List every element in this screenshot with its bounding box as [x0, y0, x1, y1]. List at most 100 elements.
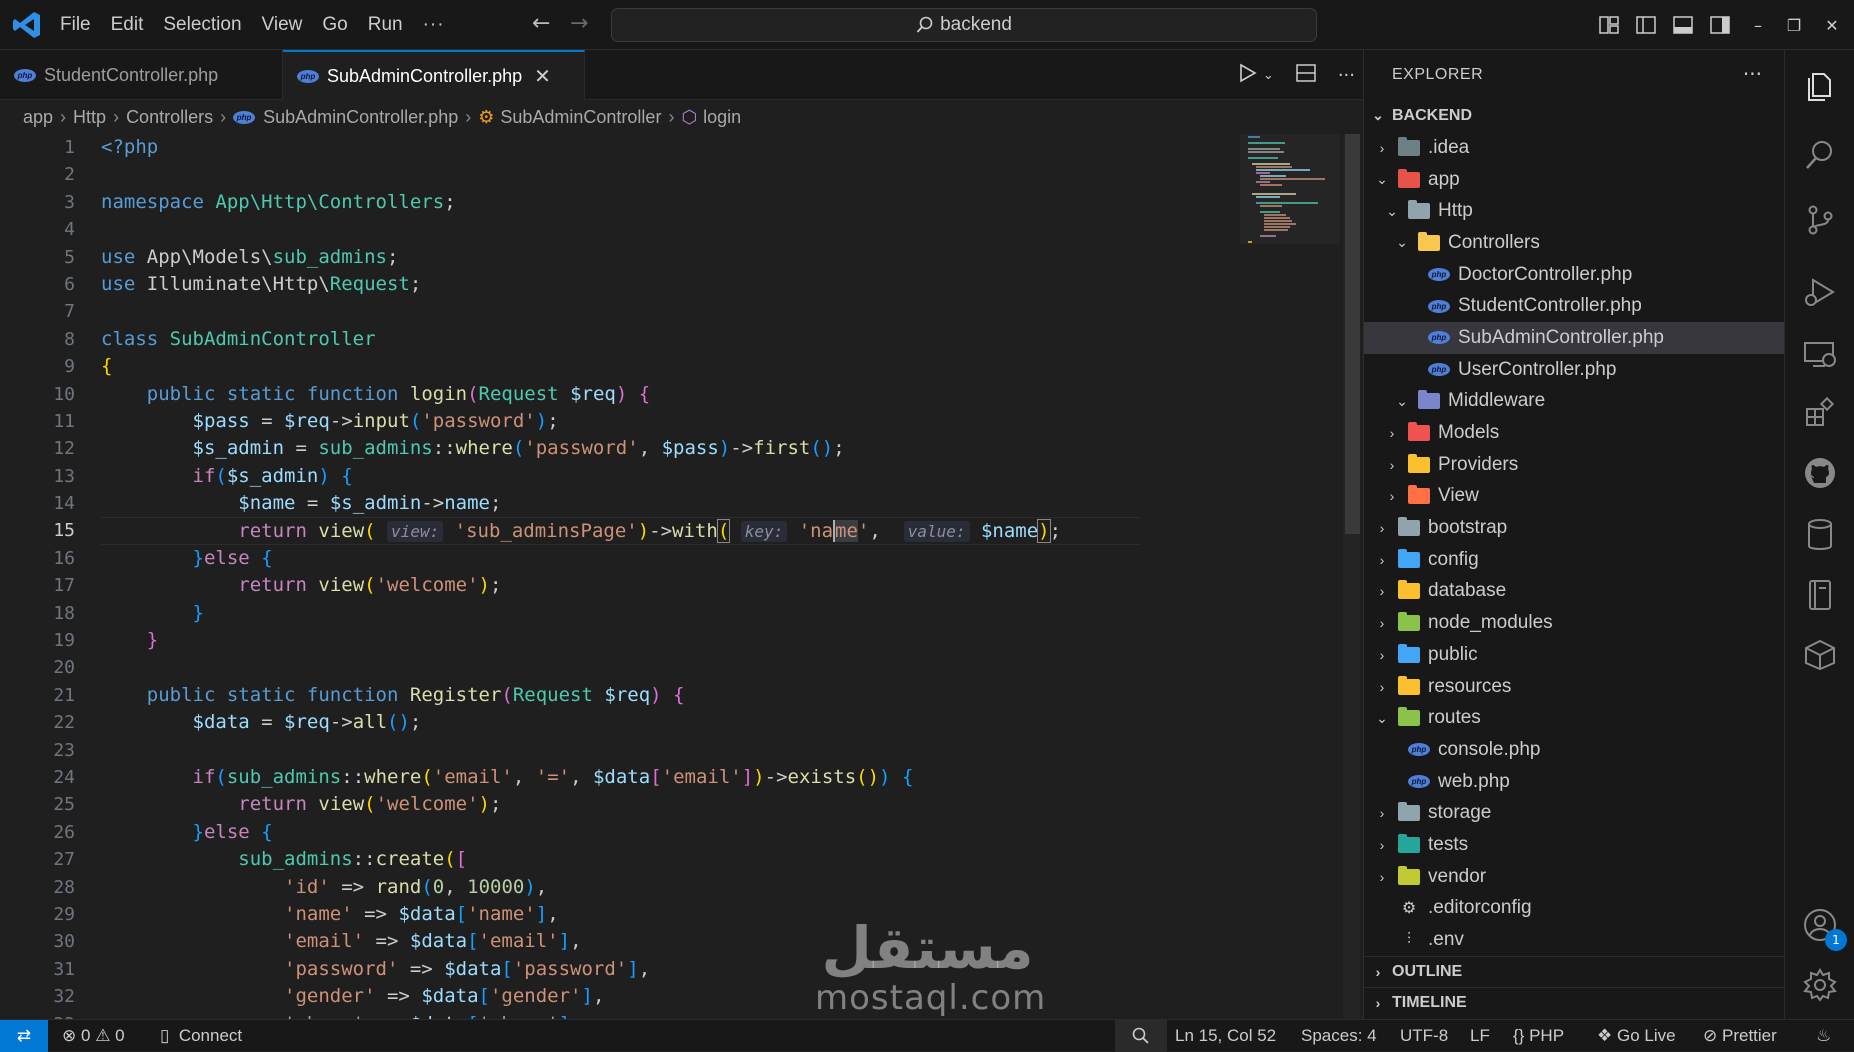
code-line[interactable]: 'name' => $data['name'],: [101, 901, 1241, 928]
run-debug-icon[interactable]: [1785, 262, 1854, 322]
code-line[interactable]: }else {: [101, 819, 1241, 846]
containers-icon[interactable]: [1785, 625, 1854, 685]
remote-indicator-icon[interactable]: ⇄: [0, 1020, 48, 1052]
back-arrow-icon[interactable]: ←: [532, 11, 550, 36]
tree-file[interactable]: php DoctorController.php: [1364, 259, 1785, 291]
breadcrumb-item[interactable]: Http: [73, 107, 106, 128]
search-sidebar-icon[interactable]: [1785, 125, 1854, 185]
code-line[interactable]: [101, 654, 1241, 681]
tree-folder[interactable]: ⌄ app: [1364, 164, 1785, 196]
menu-run[interactable]: Run: [358, 14, 413, 36]
menu-selection[interactable]: Selection: [153, 14, 251, 36]
code-line[interactable]: return view('welcome');: [101, 572, 1241, 599]
prettier-status[interactable]: ⊘ Prettier: [1703, 1020, 1777, 1052]
code-line[interactable]: use App\Models\sub_admins;: [101, 244, 1241, 271]
tab-student-controller[interactable]: php StudentController.php: [0, 50, 283, 100]
vscode-logo-icon[interactable]: [12, 10, 42, 40]
code-line-current[interactable]: return view( view: 'sub_adminsPage')->wi…: [101, 517, 1141, 545]
tree-file[interactable]: ⚙ .editorconfig: [1364, 893, 1785, 925]
tree-folder[interactable]: › Models: [1364, 417, 1785, 449]
tree-folder[interactable]: ⌄ Middleware: [1364, 386, 1785, 418]
code-line[interactable]: $pass = $req->input('password');: [101, 408, 1241, 435]
tree-folder[interactable]: ⌄ Http: [1364, 195, 1785, 227]
explorer-more-icon[interactable]: ···: [1743, 62, 1762, 86]
code-line[interactable]: return view('welcome');: [101, 791, 1241, 818]
toggle-secondary-sidebar-icon[interactable]: [1701, 0, 1738, 50]
code-line[interactable]: sub_admins::create([: [101, 846, 1241, 873]
tree-folder[interactable]: › public: [1364, 639, 1785, 671]
minimap[interactable]: [1240, 134, 1340, 1019]
forward-arrow-icon[interactable]: →: [570, 11, 588, 36]
close-tab-icon[interactable]: ✕: [534, 64, 551, 89]
tree-file[interactable]: php StudentController.php: [1364, 290, 1785, 322]
toggle-panel-icon[interactable]: [1664, 0, 1701, 50]
extensions-icon[interactable]: [1785, 383, 1854, 443]
encoding[interactable]: UTF-8: [1400, 1020, 1448, 1052]
scrollbar-thumb[interactable]: [1345, 134, 1360, 534]
code-line[interactable]: 'id' => rand(0, 10000),: [101, 874, 1241, 901]
breadcrumb-item[interactable]: Controllers: [126, 107, 213, 128]
code-line[interactable]: 'email' => $data['email'],: [101, 928, 1241, 955]
problems-indicator[interactable]: ⊗ 0 ⚠ 0: [62, 1020, 125, 1052]
run-icon[interactable]: [1239, 63, 1257, 88]
language-mode[interactable]: {} PHP: [1513, 1020, 1564, 1052]
cursor-position[interactable]: Ln 15, Col 52: [1175, 1020, 1276, 1052]
run-dropdown-icon[interactable]: ⌄: [1263, 68, 1274, 83]
code-line[interactable]: [101, 161, 1241, 188]
code-line[interactable]: }: [101, 627, 1241, 654]
tree-folder[interactable]: › config: [1364, 544, 1785, 576]
restore-icon[interactable]: ❐: [1778, 16, 1810, 35]
tree-file[interactable]: php web.php: [1364, 766, 1785, 798]
breadcrumb-item[interactable]: login: [703, 107, 741, 128]
close-window-icon[interactable]: ✕: [1810, 16, 1854, 35]
breadcrumb-item[interactable]: SubAdminController.php: [263, 107, 458, 128]
database-icon[interactable]: [1785, 505, 1854, 565]
more-actions-icon[interactable]: ···: [1338, 65, 1355, 86]
menu-go[interactable]: Go: [312, 14, 357, 36]
code-line[interactable]: }else {: [101, 545, 1241, 572]
breadcrumb-item[interactable]: SubAdminController: [500, 107, 661, 128]
split-editor-icon[interactable]: [1296, 63, 1316, 87]
source-control-icon[interactable]: [1785, 190, 1854, 250]
notifications-bell-icon[interactable]: ♨: [1816, 1020, 1831, 1052]
code-line[interactable]: 'phone' => $data['phone'],: [101, 1011, 1241, 1020]
section-outline[interactable]: › OUTLINE: [1364, 956, 1785, 987]
code-line[interactable]: $data = $req->all();: [101, 709, 1241, 736]
code-line[interactable]: $s_admin = sub_admins::where('password',…: [101, 435, 1241, 462]
remote-explorer-icon[interactable]: [1785, 325, 1854, 385]
tree-file[interactable]: php SubAdminController.php: [1364, 322, 1785, 354]
section-backend[interactable]: ⌄ BACKEND: [1364, 100, 1785, 131]
tree-folder[interactable]: › resources: [1364, 671, 1785, 703]
tree-folder[interactable]: › database: [1364, 576, 1785, 608]
code-line[interactable]: public static function Register(Request …: [101, 682, 1241, 709]
menu-more[interactable]: ···: [413, 14, 455, 36]
accounts-icon[interactable]: 1: [1785, 895, 1854, 955]
toggle-primary-sidebar-icon[interactable]: [1627, 0, 1664, 50]
minimize-icon[interactable]: –: [1738, 16, 1778, 35]
code-line[interactable]: use Illuminate\Http\Request;: [101, 271, 1241, 298]
manage-gear-icon[interactable]: [1785, 955, 1854, 1015]
code-line[interactable]: [101, 298, 1241, 325]
code-line[interactable]: if($s_admin) {: [101, 463, 1241, 490]
code-line[interactable]: 'password' => $data['password'],: [101, 956, 1241, 983]
tree-folder[interactable]: › tests: [1364, 829, 1785, 861]
customize-layout-icon[interactable]: [1590, 0, 1627, 50]
tree-folder[interactable]: ⌄ Controllers: [1364, 227, 1785, 259]
go-live-button[interactable]: ❖ Go Live: [1597, 1020, 1676, 1052]
tree-folder[interactable]: › vendor: [1364, 861, 1785, 893]
tree-folder[interactable]: › Providers: [1364, 449, 1785, 481]
line-ending[interactable]: LF: [1470, 1020, 1490, 1052]
code-line[interactable]: if(sub_admins::where('email', '=', $data…: [101, 764, 1241, 791]
github-icon[interactable]: [1785, 443, 1854, 503]
code-line[interactable]: }: [101, 600, 1241, 627]
menu-file[interactable]: File: [50, 14, 101, 36]
notebook-icon[interactable]: [1785, 565, 1854, 625]
code-line[interactable]: public static function login(Request $re…: [101, 381, 1241, 408]
code-line[interactable]: class SubAdminController: [101, 326, 1241, 353]
indentation[interactable]: Spaces: 4: [1301, 1020, 1377, 1052]
code-line[interactable]: {: [101, 353, 1241, 380]
tree-file[interactable]: php console.php: [1364, 734, 1785, 766]
tab-subadmin-controller[interactable]: php SubAdminController.php ✕: [283, 50, 585, 100]
tree-folder[interactable]: › bootstrap: [1364, 512, 1785, 544]
zoom-indicator[interactable]: [1115, 1020, 1167, 1052]
